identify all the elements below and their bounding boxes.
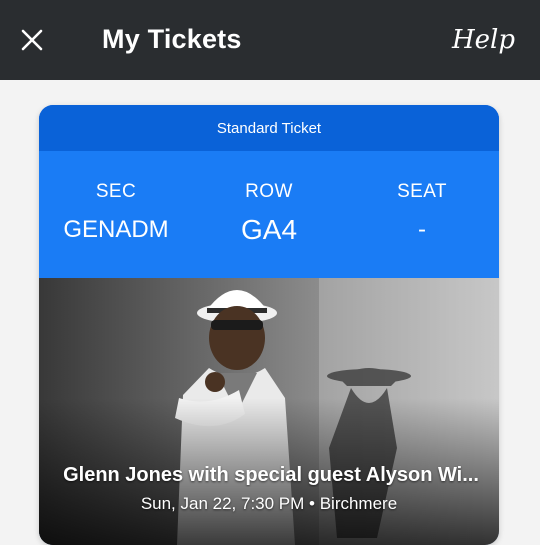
- event-title: Glenn Jones with special guest Alyson Wi…: [63, 464, 479, 486]
- ticket-card[interactable]: Standard Ticket SEC GENADM ROW GA4 SEAT …: [39, 105, 499, 545]
- row-column: ROW GA4: [192, 181, 346, 246]
- page-title: My Tickets: [102, 24, 242, 54]
- seat-label: SEAT: [397, 181, 447, 202]
- ticket-type-header: Standard Ticket: [39, 105, 499, 151]
- tickets-content: Standard Ticket SEC GENADM ROW GA4 SEAT …: [0, 80, 540, 545]
- seat-column: SEAT -: [345, 181, 499, 244]
- ticket-type-label: Standard Ticket: [216, 119, 322, 137]
- event-image: Glenn Jones with special guest Alyson Wi…: [39, 278, 499, 545]
- close-icon: [21, 29, 43, 51]
- section-label: SEC: [95, 181, 137, 202]
- row-value: GA4: [240, 214, 298, 245]
- event-date-venue: Sun, Jan 22, 7:30 PM • Birchmere: [140, 494, 398, 513]
- seat-value: -: [418, 216, 426, 243]
- help-link[interactable]: Help: [452, 25, 515, 55]
- section-value: GENADM: [63, 216, 169, 243]
- ticket-seat-info: SEC GENADM ROW GA4 SEAT -: [39, 151, 499, 278]
- section-column: SEC GENADM: [39, 181, 193, 244]
- row-label: ROW: [245, 181, 293, 202]
- top-app-bar: My Tickets Help: [0, 0, 540, 80]
- close-button[interactable]: [14, 22, 50, 58]
